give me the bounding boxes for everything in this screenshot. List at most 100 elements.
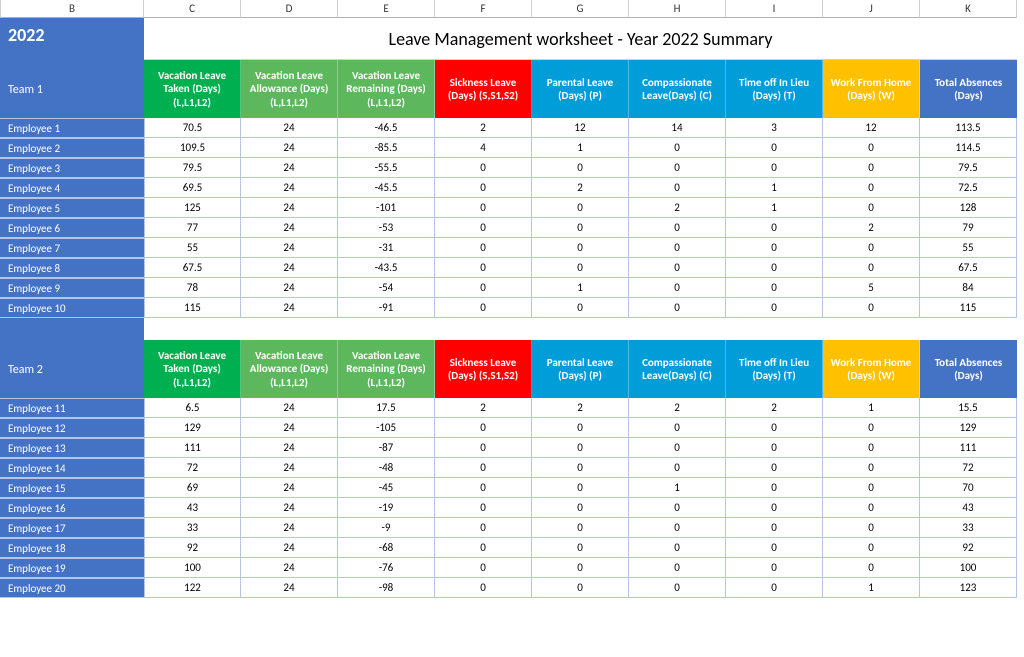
- data-cell[interactable]: 0: [726, 238, 823, 258]
- data-cell[interactable]: 0: [629, 518, 726, 538]
- data-cell[interactable]: 0: [532, 458, 629, 478]
- data-cell[interactable]: 122: [144, 578, 241, 598]
- data-cell[interactable]: 84: [920, 278, 1017, 298]
- data-cell[interactable]: 0: [435, 478, 532, 498]
- data-cell[interactable]: 0: [532, 438, 629, 458]
- data-cell[interactable]: 24: [241, 218, 338, 238]
- data-cell[interactable]: 0: [823, 258, 920, 278]
- data-cell[interactable]: 111: [920, 438, 1017, 458]
- data-cell[interactable]: -87: [338, 438, 435, 458]
- data-cell[interactable]: 0: [823, 418, 920, 438]
- data-cell[interactable]: 0: [532, 258, 629, 278]
- data-cell[interactable]: 0: [532, 538, 629, 558]
- data-cell[interactable]: 0: [435, 458, 532, 478]
- data-cell[interactable]: 0: [823, 518, 920, 538]
- data-cell[interactable]: 129: [144, 418, 241, 438]
- data-cell[interactable]: 0: [726, 258, 823, 278]
- data-cell[interactable]: 0: [435, 538, 532, 558]
- data-cell[interactable]: 125: [144, 198, 241, 218]
- data-cell[interactable]: 0: [435, 298, 532, 318]
- data-cell[interactable]: 12: [532, 118, 629, 138]
- data-cell[interactable]: 113.5: [920, 118, 1017, 138]
- data-cell[interactable]: 0: [629, 278, 726, 298]
- data-cell[interactable]: 0: [823, 558, 920, 578]
- data-cell[interactable]: 3: [726, 118, 823, 138]
- data-cell[interactable]: 0: [823, 178, 920, 198]
- data-cell[interactable]: 114.5: [920, 138, 1017, 158]
- data-cell[interactable]: -76: [338, 558, 435, 578]
- data-cell[interactable]: 79.5: [144, 158, 241, 178]
- data-cell[interactable]: 0: [629, 438, 726, 458]
- data-cell[interactable]: 92: [144, 538, 241, 558]
- data-cell[interactable]: 0: [532, 218, 629, 238]
- data-cell[interactable]: 43: [920, 498, 1017, 518]
- data-cell[interactable]: 129: [920, 418, 1017, 438]
- data-cell[interactable]: 0: [435, 558, 532, 578]
- data-cell[interactable]: 115: [144, 298, 241, 318]
- data-cell[interactable]: 0: [532, 158, 629, 178]
- data-cell[interactable]: 0: [435, 578, 532, 598]
- data-cell[interactable]: 0: [823, 298, 920, 318]
- data-cell[interactable]: 0: [435, 198, 532, 218]
- data-cell[interactable]: -43.5: [338, 258, 435, 278]
- data-cell[interactable]: 0: [726, 278, 823, 298]
- data-cell[interactable]: 0: [629, 258, 726, 278]
- data-cell[interactable]: 24: [241, 238, 338, 258]
- data-cell[interactable]: 123: [920, 578, 1017, 598]
- data-cell[interactable]: 78: [144, 278, 241, 298]
- data-cell[interactable]: 1: [532, 278, 629, 298]
- data-cell[interactable]: 24: [241, 438, 338, 458]
- data-cell[interactable]: 1: [629, 478, 726, 498]
- data-cell[interactable]: 0: [823, 198, 920, 218]
- data-cell[interactable]: 0: [629, 418, 726, 438]
- data-cell[interactable]: 6.5: [144, 398, 241, 418]
- data-cell[interactable]: 24: [241, 478, 338, 498]
- data-cell[interactable]: 17.5: [338, 398, 435, 418]
- data-cell[interactable]: 0: [726, 218, 823, 238]
- data-cell[interactable]: 0: [629, 238, 726, 258]
- data-cell[interactable]: 0: [726, 578, 823, 598]
- data-cell[interactable]: 0: [726, 458, 823, 478]
- column-letter[interactable]: I: [726, 0, 823, 18]
- data-cell[interactable]: 24: [241, 458, 338, 478]
- data-cell[interactable]: 33: [920, 518, 1017, 538]
- data-cell[interactable]: 0: [629, 558, 726, 578]
- data-cell[interactable]: 1: [823, 398, 920, 418]
- data-cell[interactable]: 0: [435, 518, 532, 538]
- column-letter[interactable]: H: [629, 0, 726, 18]
- data-cell[interactable]: 0: [435, 178, 532, 198]
- data-cell[interactable]: -19: [338, 498, 435, 518]
- data-cell[interactable]: 33: [144, 518, 241, 538]
- column-letter[interactable]: E: [338, 0, 435, 18]
- data-cell[interactable]: 0: [823, 238, 920, 258]
- data-cell[interactable]: 72: [920, 458, 1017, 478]
- data-cell[interactable]: 24: [241, 578, 338, 598]
- data-cell[interactable]: 2: [435, 398, 532, 418]
- data-cell[interactable]: 24: [241, 558, 338, 578]
- data-cell[interactable]: 0: [823, 158, 920, 178]
- data-cell[interactable]: 24: [241, 278, 338, 298]
- data-cell[interactable]: -48: [338, 458, 435, 478]
- data-cell[interactable]: -55.5: [338, 158, 435, 178]
- data-cell[interactable]: 0: [823, 478, 920, 498]
- data-cell[interactable]: 2: [823, 218, 920, 238]
- data-cell[interactable]: 1: [823, 578, 920, 598]
- data-cell[interactable]: -45: [338, 478, 435, 498]
- data-cell[interactable]: 0: [629, 178, 726, 198]
- data-cell[interactable]: 111: [144, 438, 241, 458]
- data-cell[interactable]: 0: [823, 138, 920, 158]
- data-cell[interactable]: 0: [532, 578, 629, 598]
- data-cell[interactable]: 55: [920, 238, 1017, 258]
- data-cell[interactable]: 0: [823, 498, 920, 518]
- data-cell[interactable]: 0: [532, 498, 629, 518]
- data-cell[interactable]: 24: [241, 138, 338, 158]
- data-cell[interactable]: 2: [532, 178, 629, 198]
- data-cell[interactable]: 0: [823, 438, 920, 458]
- column-letter[interactable]: C: [144, 0, 241, 18]
- data-cell[interactable]: 0: [629, 218, 726, 238]
- data-cell[interactable]: 24: [241, 498, 338, 518]
- data-cell[interactable]: 92: [920, 538, 1017, 558]
- data-cell[interactable]: 0: [532, 298, 629, 318]
- data-cell[interactable]: 77: [144, 218, 241, 238]
- data-cell[interactable]: 24: [241, 398, 338, 418]
